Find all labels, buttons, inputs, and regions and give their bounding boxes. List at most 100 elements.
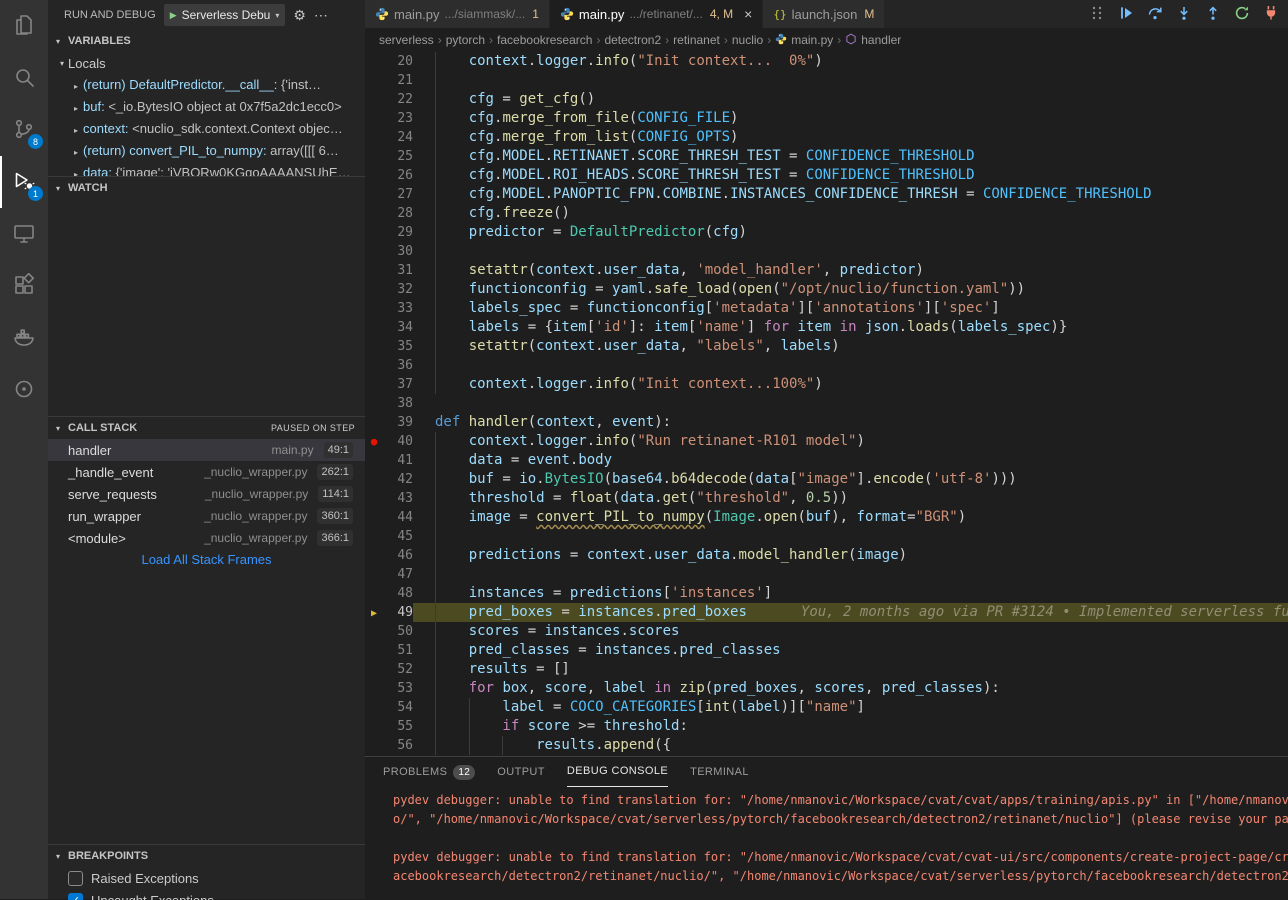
code-content[interactable] [413, 565, 1288, 584]
load-all-stack-frames-link[interactable]: Load All Stack Frames [48, 549, 365, 571]
call-stack-frame[interactable]: _handle_event_nuclio_wrapper.py262:1 [48, 461, 365, 483]
code-content[interactable]: cfg.MODEL.PANOPTIC_FPN.COMBINE.INSTANCES… [413, 185, 1288, 204]
breakpoint-gutter[interactable] [365, 261, 383, 280]
breakpoint-gutter[interactable] [365, 204, 383, 223]
breakpoint-gutter[interactable] [365, 356, 383, 375]
step-into-button[interactable] [1175, 5, 1193, 23]
code-content[interactable]: image = convert_PIL_to_numpy(Image.open(… [413, 508, 1288, 527]
code-content[interactable]: cfg.MODEL.ROI_HEADS.SCORE_THRESH_TEST = … [413, 166, 1288, 185]
breakpoint-gutter[interactable] [365, 508, 383, 527]
breakpoint-gutter[interactable] [365, 52, 383, 71]
code-content[interactable]: buf = io.BytesIO(base64.b64decode(data["… [413, 470, 1288, 489]
activity-item-remote-explorer[interactable] [0, 208, 48, 260]
breadcrumb-item[interactable]: handler [845, 33, 901, 48]
breakpoint-gutter[interactable] [365, 736, 383, 755]
code-content[interactable]: label = COCO_CATEGORIES[int(label)]["nam… [413, 698, 1288, 717]
code-content[interactable] [413, 356, 1288, 375]
breakpoint-gutter[interactable] [365, 717, 383, 736]
code-content[interactable]: cfg.freeze() [413, 204, 1288, 223]
variables-scope-locals[interactable]: ▾ Locals [48, 52, 365, 74]
activity-item-explorer[interactable] [0, 0, 48, 52]
breakpoint-gutter[interactable] [365, 489, 383, 508]
activity-item-extensions[interactable] [0, 260, 48, 312]
variable-row[interactable]: ▸data: {'image': 'iVBORw0KGgoAAAANSUhE… [48, 162, 365, 176]
breakpoint-gutter[interactable] [365, 660, 383, 679]
breakpoint-gutter[interactable] [365, 147, 383, 166]
breadcrumb-item[interactable]: nuclio [732, 33, 763, 47]
breakpoint-gutter[interactable] [365, 337, 383, 356]
code-content[interactable]: for box, score, label in zip(pred_boxes,… [413, 679, 1288, 698]
variable-row[interactable]: ▸buf: <_io.BytesIO object at 0x7f5a2dc1e… [48, 96, 365, 118]
watch-section-header[interactable]: ▾ WATCH [48, 177, 365, 199]
variables-section-header[interactable]: ▾ VARIABLES [48, 30, 365, 52]
panel-tab-output[interactable]: OUTPUT [497, 758, 545, 787]
code-content[interactable]: cfg = get_cfg() [413, 90, 1288, 109]
restart-button[interactable] [1233, 5, 1251, 23]
activity-item-circle-plugin[interactable] [0, 364, 48, 416]
debug-console-output[interactable]: pydev debugger: unable to find translati… [365, 787, 1288, 886]
code-content[interactable]: results = [] [413, 660, 1288, 679]
breadcrumb-item[interactable]: pytorch [446, 33, 485, 47]
gear-icon[interactable]: ⚙ [293, 7, 306, 24]
code-content[interactable]: instances = predictions['instances'] [413, 584, 1288, 603]
variable-row[interactable]: ▸context: <nuclio_sdk.context.Context ob… [48, 118, 365, 140]
breakpoint-gutter[interactable] [365, 109, 383, 128]
code-content[interactable]: scores = instances.scores [413, 622, 1288, 641]
code-content[interactable]: labels_spec = functionconfig['metadata']… [413, 299, 1288, 318]
breakpoint-gutter[interactable] [365, 565, 383, 584]
call-stack-frame[interactable]: run_wrapper_nuclio_wrapper.py360:1 [48, 505, 365, 527]
code-content[interactable]: pred_boxes = instances.pred_boxesYou, 2 … [413, 603, 1288, 622]
breadcrumb-item[interactable]: serverless [379, 33, 434, 47]
editor-tab[interactable]: main.py.../siammask/...1 [365, 0, 549, 28]
editor-tab[interactable]: {}launch.jsonM [763, 0, 884, 28]
call-stack-frame[interactable]: serve_requests_nuclio_wrapper.py114:1 [48, 483, 365, 505]
breakpoint-gutter[interactable] [365, 299, 383, 318]
code-content[interactable]: cfg.merge_from_list(CONFIG_OPTS) [413, 128, 1288, 147]
activity-item-run-and-debug[interactable]: 1 [0, 156, 48, 208]
breakpoint-gutter[interactable] [365, 527, 383, 546]
breakpoint-gutter[interactable] [365, 185, 383, 204]
code-content[interactable]: def handler(context, event): [413, 413, 1288, 432]
breakpoint-gutter[interactable] [365, 394, 383, 413]
code-content[interactable] [413, 527, 1288, 546]
activity-item-docker[interactable] [0, 312, 48, 364]
variable-row[interactable]: ▸(return) convert_PIL_to_numpy: array([[… [48, 140, 365, 162]
editor-tab[interactable]: main.py.../retinanet/...4, M× [550, 0, 762, 28]
breakpoint-gutter[interactable] [365, 166, 383, 185]
code-content[interactable]: setattr(context.user_data, "labels", lab… [413, 337, 1288, 356]
code-content[interactable]: cfg.merge_from_file(CONFIG_FILE) [413, 109, 1288, 128]
step-out-button[interactable] [1204, 5, 1222, 23]
code-content[interactable]: pred_classes = instances.pred_classes [413, 641, 1288, 660]
code-content[interactable] [413, 71, 1288, 90]
breadcrumb-item[interactable]: detectron2 [604, 33, 661, 47]
code-content[interactable]: data = event.body [413, 451, 1288, 470]
activity-item-source-control[interactable]: 8 [0, 104, 48, 156]
code-content[interactable]: context.logger.info("Init context...100%… [413, 375, 1288, 394]
drag-handle-button[interactable] [1088, 5, 1106, 23]
disconnect-button[interactable] [1262, 5, 1280, 23]
breakpoint-gutter[interactable] [365, 71, 383, 90]
code-content[interactable] [413, 394, 1288, 413]
panel-tab-debug-console[interactable]: DEBUG CONSOLE [567, 758, 668, 787]
code-content[interactable]: predictor = DefaultPredictor(cfg) [413, 223, 1288, 242]
code-content[interactable]: context.logger.info("Run retinanet-R101 … [413, 432, 1288, 451]
variable-row[interactable]: ▸(return) DefaultPredictor.__call__: {'i… [48, 74, 365, 96]
breakpoint-gutter[interactable] [365, 242, 383, 261]
breakpoint-gutter[interactable]: ● [365, 432, 383, 451]
breakpoint-gutter[interactable] [365, 698, 383, 717]
step-over-button[interactable] [1146, 5, 1164, 23]
call-stack-section-header[interactable]: ▾ CALL STACK PAUSED ON STEP [48, 417, 365, 439]
code-content[interactable]: threshold = float(data.get("threshold", … [413, 489, 1288, 508]
code-editor[interactable]: 20context.logger.info("Init context... 0… [365, 52, 1288, 756]
breakpoint-gutter[interactable] [365, 451, 383, 470]
breakpoint-gutter[interactable] [365, 90, 383, 109]
breadcrumb-item[interactable]: retinanet [673, 33, 720, 47]
breakpoint-row[interactable]: Raised Exceptions [48, 867, 365, 889]
debug-config-picker[interactable]: ▶ Serverless Debu ▾ [164, 4, 286, 26]
breakpoint-gutter[interactable] [365, 375, 383, 394]
call-stack-frame[interactable]: handlermain.py49:1 [48, 439, 365, 461]
call-stack-frame[interactable]: <module>_nuclio_wrapper.py366:1 [48, 527, 365, 549]
breakpoint-gutter[interactable] [365, 128, 383, 147]
code-content[interactable]: functionconfig = yaml.safe_load(open("/o… [413, 280, 1288, 299]
breakpoints-section-header[interactable]: ▾ BREAKPOINTS [48, 845, 365, 867]
